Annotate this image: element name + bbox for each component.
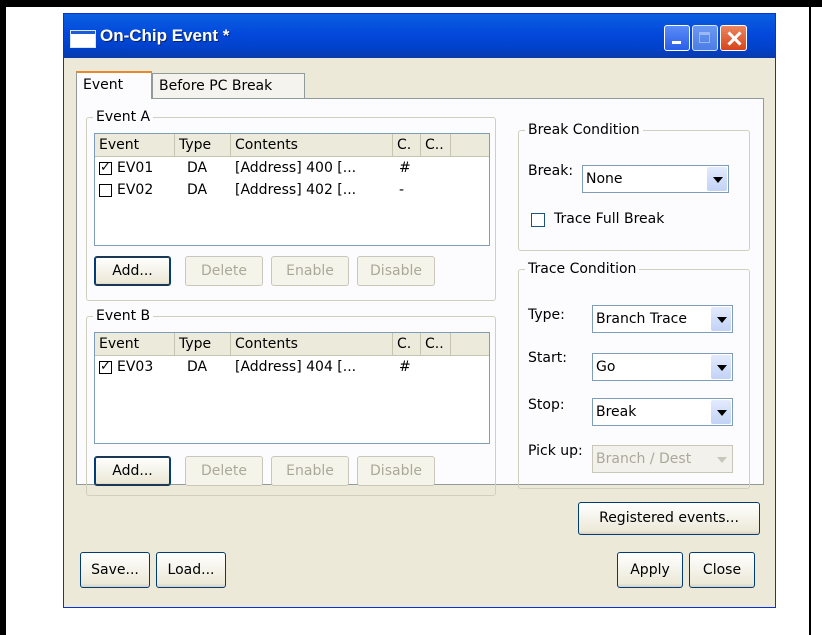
column-event[interactable]: Event — [95, 134, 175, 156]
break-select-value: None — [586, 171, 623, 187]
event-b-group: Event B Event Type Contents C. C.. EV03 … — [86, 307, 496, 496]
row-contents: [Address] 404 [... — [235, 359, 357, 375]
row-c1: # — [399, 359, 411, 375]
maximize-icon[interactable] — [692, 25, 718, 51]
column-type[interactable]: Type — [175, 134, 231, 156]
column-c1[interactable]: C. — [393, 333, 421, 355]
chevron-down-icon[interactable] — [711, 400, 731, 424]
on-chip-event-dialog: On-Chip Event * Event Before PC Break Ev… — [63, 13, 776, 608]
trace-start-select[interactable]: Go — [592, 353, 733, 381]
tab-event[interactable]: Event — [76, 71, 152, 99]
background-frame-left — [0, 0, 6, 635]
table-row[interactable]: EV01 DA [Address] 400 [... # — [95, 158, 489, 178]
row-type: DA — [187, 160, 208, 176]
event-b-title: Event B — [93, 307, 154, 325]
event-b-add-button[interactable]: Add... — [94, 456, 171, 486]
event-b-disable-button[interactable]: Disable — [357, 456, 435, 486]
event-b-list[interactable]: Event Type Contents C. C.. EV03 DA [Addr… — [94, 332, 490, 444]
row-contents: [Address] 402 [... — [235, 182, 357, 198]
registered-events-button[interactable]: Registered events... — [578, 502, 760, 535]
tab-before-pc-break[interactable]: Before PC Break — [152, 73, 305, 99]
background-frame-top — [0, 0, 822, 7]
row-checkbox[interactable] — [99, 358, 112, 375]
minimize-icon[interactable] — [664, 25, 690, 51]
column-contents[interactable]: Contents — [231, 333, 393, 355]
row-checkbox[interactable] — [99, 184, 112, 197]
row-event: EV02 — [117, 182, 154, 198]
window-title: On-Chip Event * — [100, 26, 230, 45]
event-a-list-header: Event Type Contents C. C.. — [95, 134, 489, 157]
break-select[interactable]: None — [582, 165, 729, 193]
row-type: DA — [187, 359, 208, 375]
load-button[interactable]: Load... — [156, 552, 226, 588]
row-event: EV03 — [117, 359, 154, 375]
column-c2[interactable]: C.. — [421, 333, 451, 355]
break-label: Break: — [528, 163, 574, 179]
save-button[interactable]: Save... — [80, 552, 150, 588]
break-condition-group: Break Condition Break: None Trace Full B… — [518, 121, 750, 251]
column-c1[interactable]: C. — [393, 134, 421, 156]
chevron-down-icon[interactable] — [711, 307, 731, 331]
row-contents: [Address] 400 [... — [235, 160, 357, 176]
row-c1: # — [399, 160, 411, 176]
chevron-down-icon[interactable] — [711, 355, 731, 379]
close-icon[interactable] — [720, 25, 747, 51]
event-a-list[interactable]: Event Type Contents C. C.. EV01 DA [Addr… — [94, 133, 490, 246]
event-a-disable-button[interactable]: Disable — [357, 256, 435, 286]
row-checkbox[interactable] — [99, 159, 112, 176]
trace-full-break-checkbox[interactable] — [531, 213, 545, 227]
event-b-enable-button[interactable]: Enable — [271, 456, 349, 486]
window-icon — [70, 30, 96, 48]
row-event: EV01 — [117, 160, 154, 176]
chevron-down-icon[interactable] — [707, 167, 727, 191]
trace-pickup-label: Pick up: — [528, 443, 583, 459]
column-c2[interactable]: C.. — [421, 134, 451, 156]
background-frame-right — [809, 7, 811, 635]
row-type: DA — [187, 182, 208, 198]
break-condition-title: Break Condition — [525, 121, 643, 139]
chevron-down-icon[interactable] — [711, 447, 731, 471]
event-b-list-header: Event Type Contents C. C.. — [95, 333, 489, 356]
trace-pickup-select[interactable]: Branch / Dest — [592, 445, 733, 473]
event-a-title: Event A — [93, 108, 154, 126]
trace-full-break-label[interactable]: Trace Full Break — [554, 211, 664, 227]
column-type[interactable]: Type — [175, 333, 231, 355]
trace-condition-title: Trace Condition — [525, 260, 640, 278]
table-row[interactable]: EV02 DA [Address] 402 [... - — [95, 180, 489, 200]
tab-panel-event: Event A Event Type Contents C. C.. EV01 … — [76, 98, 764, 496]
event-b-delete-button[interactable]: Delete — [185, 456, 263, 486]
column-event[interactable]: Event — [95, 333, 175, 355]
trace-type-select[interactable]: Branch Trace — [592, 305, 733, 333]
event-a-enable-button[interactable]: Enable — [271, 256, 349, 286]
event-a-add-button[interactable]: Add... — [94, 256, 171, 286]
trace-stop-value: Break — [596, 404, 637, 420]
close-button[interactable]: Close — [689, 552, 755, 588]
trace-type-label: Type: — [528, 307, 565, 323]
trace-condition-group: Trace Condition Type: Branch Trace Start… — [518, 260, 750, 489]
trace-start-value: Go — [596, 359, 616, 375]
trace-type-value: Branch Trace — [596, 311, 687, 327]
event-a-group: Event A Event Type Contents C. C.. EV01 … — [86, 108, 496, 301]
apply-button[interactable]: Apply — [617, 552, 683, 588]
event-a-delete-button[interactable]: Delete — [185, 256, 263, 286]
title-bar[interactable]: On-Chip Event * — [64, 14, 775, 58]
trace-stop-select[interactable]: Break — [592, 398, 733, 426]
table-row[interactable]: EV03 DA [Address] 404 [... # — [95, 357, 489, 377]
column-contents[interactable]: Contents — [231, 134, 393, 156]
trace-pickup-value: Branch / Dest — [596, 451, 692, 467]
trace-stop-label: Stop: — [528, 397, 565, 413]
row-c1: - — [399, 182, 405, 198]
trace-start-label: Start: — [528, 350, 567, 366]
